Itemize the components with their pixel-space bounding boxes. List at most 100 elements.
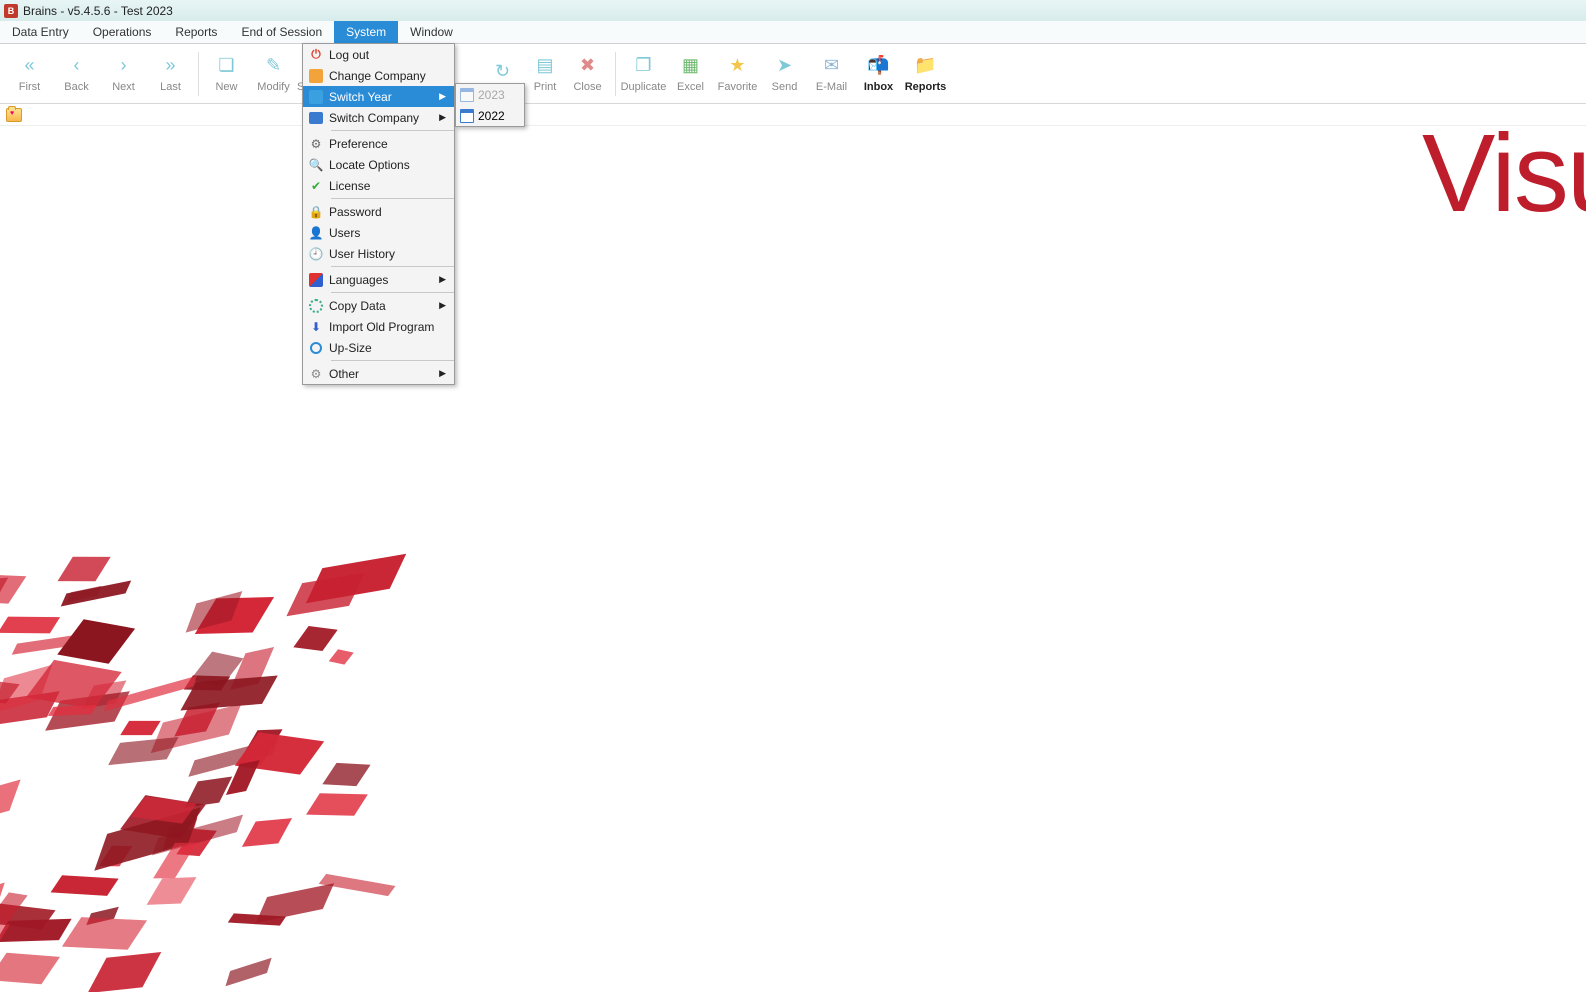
toolbar-label: Next (112, 81, 135, 93)
duplicate-icon: ❐ (633, 55, 655, 77)
menu-import-old-program[interactable]: ⬇Import Old Program (303, 316, 454, 337)
favorites-bar (0, 104, 1586, 126)
back-icon: ‹ (66, 55, 88, 77)
modify-icon: ✎ (263, 55, 285, 77)
menu-separator (331, 360, 454, 361)
lang-icon (309, 273, 323, 287)
toolbar-first-button[interactable]: « First (6, 46, 53, 102)
menu-item-label: Switch Company (329, 111, 436, 125)
menu-switch-company[interactable]: Switch Company▶ (303, 107, 454, 128)
toolbar-send-button[interactable]: ➤ Send (761, 46, 808, 102)
check-icon: ✔ (311, 179, 321, 193)
submenu-arrow-icon: ▶ (436, 368, 446, 379)
menu-log-out[interactable]: ⏻Log out (303, 44, 454, 65)
menu-item-system[interactable]: System (334, 21, 398, 43)
toolbar-duplicate-button[interactable]: ❐ Duplicate (620, 46, 667, 102)
favorites-folder-icon[interactable] (6, 108, 22, 122)
toolbar-favorite-button[interactable]: ★Favorite (714, 46, 761, 102)
submenu-arrow-icon: ▶ (436, 274, 446, 285)
toolbar-label: First (19, 81, 40, 93)
menu-item-label: Other (329, 367, 436, 381)
menu-separator (331, 292, 454, 293)
menu-languages[interactable]: Languages▶ (303, 269, 454, 290)
system-menu-dropdown: ⏻Log outChange CompanySwitch Year▶Switch… (302, 43, 455, 385)
app-icon: B (4, 4, 18, 18)
toolbar-label: Print (534, 81, 557, 93)
menu-item-window[interactable]: Window (398, 21, 465, 43)
menu-other[interactable]: ⚙Other▶ (303, 363, 454, 384)
toolbar-label: Duplicate (621, 81, 667, 93)
first-icon: « (19, 55, 41, 77)
menu-switch-year[interactable]: Switch Year▶ (303, 86, 454, 107)
down-icon: ⬇ (311, 320, 321, 334)
menu-item-data-entry[interactable]: Data Entry (0, 21, 81, 43)
toolbar-label: Inbox (864, 81, 893, 93)
toolbar-next-button[interactable]: ›Next (100, 46, 147, 102)
new-icon: ❏ (216, 55, 238, 77)
print-icon: ▤ (534, 55, 556, 77)
menu-users[interactable]: 👤Users (303, 222, 454, 243)
power-icon: ⏻ (311, 47, 321, 62)
toolbar-inbox-button[interactable]: 📬 Inbox (855, 46, 902, 102)
menu-copy-data[interactable]: Copy Data▶ (303, 295, 454, 316)
menu-item-label: Change Company (329, 69, 446, 83)
clock-icon: 🕘 (309, 247, 324, 261)
inbox-icon: 📬 (868, 55, 890, 77)
toolbar-print-button[interactable]: ▤ Print (526, 46, 564, 102)
menu-preference[interactable]: ⚙ Preference (303, 133, 454, 154)
send-icon: ➤ (774, 55, 796, 77)
menu-item-label: Switch Year (329, 90, 436, 104)
close-icon: ✖ (577, 55, 599, 77)
toolbar-label: Modify (257, 81, 289, 93)
menu-separator (331, 130, 454, 131)
year-label: 2022 (478, 109, 505, 123)
bluecase-icon (309, 112, 323, 124)
menu-license[interactable]: ✔ License (303, 175, 454, 196)
year-label: 2023 (478, 88, 505, 102)
submenu-arrow-icon: ▶ (436, 300, 446, 311)
menu-item-label: Up-Size (329, 341, 446, 355)
menu-up-size[interactable]: Up-Size (303, 337, 454, 358)
toolbar-e-mail-button[interactable]: ✉ E-Mail (808, 46, 855, 102)
menu-item-label: License (329, 179, 446, 193)
year-option-2023: 2023 (456, 84, 524, 105)
toolbar-reports-button[interactable]: 📁Reports (902, 46, 949, 102)
toolbar-new-button[interactable]: ❏New (203, 46, 250, 102)
menu-user-history[interactable]: 🕘 User History (303, 243, 454, 264)
background-graphic (0, 412, 480, 932)
menubar: Data EntryOperationsReportsEnd of Sessio… (0, 21, 1586, 44)
refresh-icon: ↻ (492, 61, 514, 83)
mag-icon: 🔍 (309, 158, 324, 172)
calendar-icon (460, 88, 474, 102)
toolbar-back-button[interactable]: ‹ Back (53, 46, 100, 102)
year-option-2022[interactable]: 2022 (456, 105, 524, 126)
menu-item-label: User History (329, 247, 446, 261)
menu-item-end-of-session[interactable]: End of Session (229, 21, 334, 43)
switch-year-submenu: 2023 2022 (455, 83, 525, 127)
toolbar-label: Send (772, 81, 798, 93)
menu-separator (331, 266, 454, 267)
menu-change-company[interactable]: Change Company (303, 65, 454, 86)
e-mail-icon: ✉ (821, 55, 843, 77)
menu-item-operations[interactable]: Operations (81, 21, 164, 43)
submenu-arrow-icon: ▶ (436, 112, 446, 123)
menu-item-reports[interactable]: Reports (163, 21, 229, 43)
window-title: Brains - v5.4.5.6 - Test 2023 (23, 4, 173, 18)
toolbar-modify-button[interactable]: ✎ Modify (250, 46, 297, 102)
orange-icon (309, 69, 323, 83)
menu-item-label: Copy Data (329, 299, 436, 313)
last-icon: » (160, 55, 182, 77)
gear-icon: ⚙ (311, 137, 322, 151)
toolbar-label: Back (64, 81, 88, 93)
toolbar-last-button[interactable]: »Last (147, 46, 194, 102)
toolbar: «First‹Back›Next»Last❏New✎Modify✔Save↻▤P… (0, 44, 1586, 104)
toolbar-close-button[interactable]: ✖ Close (564, 46, 611, 102)
toolbar-label: E-Mail (816, 81, 847, 93)
toolbar-label: Favorite (718, 81, 758, 93)
menu-locate-options[interactable]: 🔍Locate Options (303, 154, 454, 175)
menu-password[interactable]: 🔒Password (303, 201, 454, 222)
toolbar-excel-button[interactable]: ▦Excel (667, 46, 714, 102)
menu-item-label: Preference (329, 137, 446, 151)
toolbar-label: Close (573, 81, 601, 93)
toolbar-label: Reports (905, 81, 947, 93)
